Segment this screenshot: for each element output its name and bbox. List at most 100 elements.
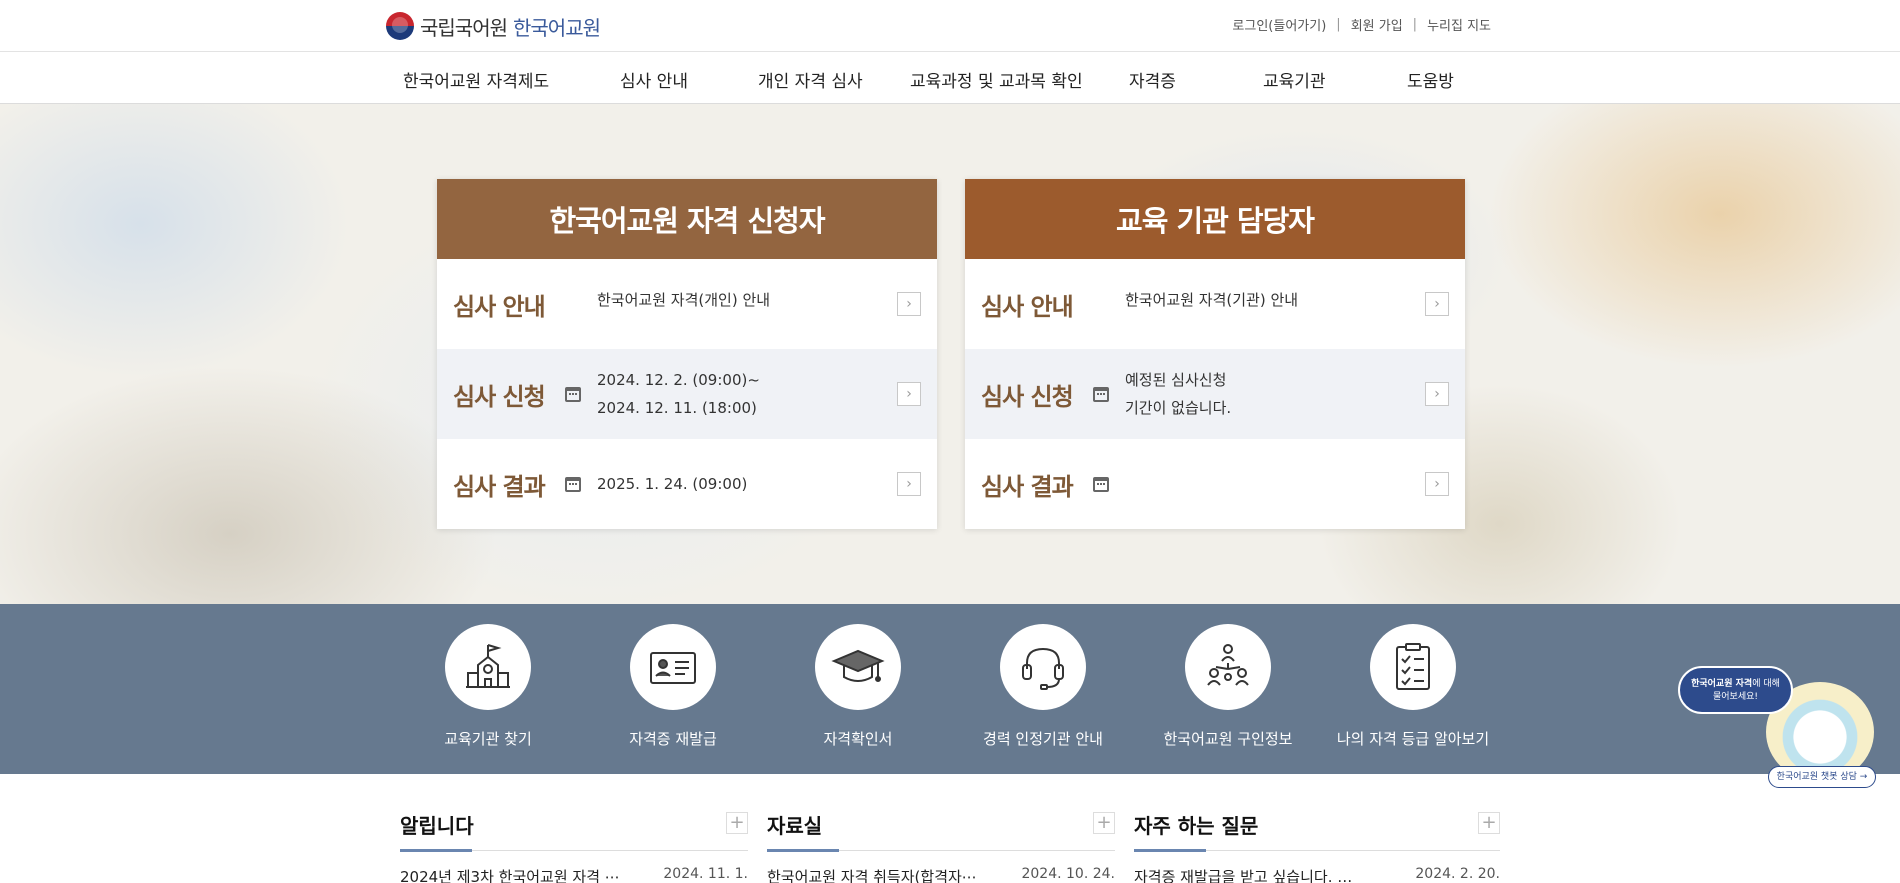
- chatbot-widget[interactable]: 한국어교원 자격에 대해 물어보세요! 한국어교원 챗봇 상담 →: [1678, 666, 1878, 796]
- list-item-title: 한국어교원 자격 취득자(합격자⋯: [767, 868, 977, 883]
- title-underline: [400, 849, 472, 852]
- nav-item-individual-review[interactable]: 개인 자격 심사: [758, 67, 863, 92]
- quick-item-job-info[interactable]: 한국어교원 구인정보: [1143, 624, 1313, 749]
- school-icon: [445, 624, 531, 710]
- board-title: 자주 하는 질문: [1134, 814, 1259, 838]
- quick-label: 교육기관 찾기: [444, 730, 532, 748]
- plus-icon[interactable]: +: [1093, 812, 1115, 834]
- calendar-icon: [1093, 477, 1109, 492]
- nav-item-help[interactable]: 도움방: [1407, 67, 1454, 92]
- row-line: 2024. 12. 2. (09:00)~: [597, 371, 760, 389]
- utility-links: 로그인(들어가기) | 회원 가입 | 누리집 지도: [1232, 15, 1491, 34]
- chevron-right-icon[interactable]: ›: [1425, 382, 1449, 406]
- nav-item-review-guide[interactable]: 심사 안내: [620, 67, 688, 92]
- quick-item-reissue-certificate[interactable]: 자격증 재발급: [588, 624, 758, 749]
- logo-org-name: 국립국어원: [420, 15, 508, 40]
- row-title: 심사 안내: [981, 293, 1074, 321]
- applicant-card-title: 한국어교원 자격 신청자: [437, 179, 937, 259]
- sitemap-link[interactable]: 누리집 지도: [1427, 15, 1491, 34]
- board-resources: 자료실 + 한국어교원 자격 취득자(합격자⋯ 2024. 10. 24.: [767, 810, 1115, 883]
- row-line: 기간이 없습니다.: [1125, 399, 1232, 417]
- row-title: 심사 신청: [453, 383, 546, 411]
- board-notices: 알립니다 + 2024년 제3차 한국어교원 자격 ⋯ 2024. 11. 1.: [400, 810, 748, 883]
- people-network-icon: [1185, 624, 1271, 710]
- title-underline: [767, 849, 839, 852]
- list-item-title: 2024년 제3차 한국어교원 자격 ⋯: [400, 868, 620, 883]
- site-logo[interactable]: 국립국어원 한국어교원: [386, 11, 601, 41]
- row-description: 한국어교원 자격(기관) 안내: [1125, 286, 1298, 314]
- divider: |: [1336, 17, 1341, 32]
- divider: |: [1412, 17, 1418, 32]
- institution-result-row[interactable]: 심사 결과 ›: [965, 439, 1465, 529]
- applicant-result-row[interactable]: 심사 결과 2025. 1. 24. (09:00) ›: [437, 439, 937, 529]
- signup-link[interactable]: 회원 가입: [1351, 15, 1403, 34]
- row-line: 한국어교원 자격(기관) 안내: [1125, 291, 1299, 309]
- chatbot-button[interactable]: 한국어교원 챗봇 상담 →: [1768, 766, 1876, 788]
- row-description: 2024. 12. 2. (09:00)~ 2024. 12. 11. (18:…: [597, 366, 760, 422]
- list-item-date: 2024. 2. 20.: [1415, 866, 1500, 882]
- plus-icon[interactable]: +: [1478, 812, 1500, 834]
- quick-item-qualification-confirmation[interactable]: 자격확인서: [773, 624, 943, 749]
- chatbot-bubble-bold: 한국어교원 자격: [1691, 679, 1753, 689]
- quick-menu: 교육기관 찾기 자격증 재발급 자격확인서 경력 인정기관 안내 한국어교원 구…: [0, 604, 1900, 774]
- institution-card-title: 교육 기관 담당자: [965, 179, 1465, 259]
- row-line: 한국어교원 자격(개인) 안내: [597, 291, 771, 309]
- board-faq: 자주 하는 질문 + 자격증 재발급을 받고 싶습니다. 수⋯ 2024. 2.…: [1134, 810, 1500, 883]
- chatbot-bubble-rest: 에 대해: [1752, 679, 1780, 689]
- applicant-card: 한국어교원 자격 신청자 심사 안내 한국어교원 자격(개인) 안내 › 심사 …: [437, 179, 937, 529]
- list-item-title: 자격증 재발급을 받고 싶습니다. 수⋯: [1134, 868, 1354, 883]
- row-line: 2024. 12. 11. (18:00): [597, 399, 757, 417]
- taegeuk-logo-icon: [386, 12, 414, 40]
- title-underline: [1134, 849, 1206, 852]
- nav-item-curriculum-check[interactable]: 교육과정 및 교과목 확인: [910, 67, 1083, 92]
- login-link[interactable]: 로그인(들어가기): [1232, 15, 1326, 34]
- row-description: 한국어교원 자격(개인) 안내: [597, 286, 770, 314]
- id-card-icon: [630, 624, 716, 710]
- calendar-icon: [565, 477, 581, 492]
- quick-label: 나의 자격 등급 알아보기: [1336, 730, 1490, 748]
- hero-section: 한국어교원 자격 신청자 심사 안내 한국어교원 자격(개인) 안내 › 심사 …: [0, 104, 1900, 604]
- row-title: 심사 신청: [981, 383, 1074, 411]
- calendar-icon: [565, 387, 581, 402]
- quick-label: 자격확인서: [823, 730, 893, 748]
- row-description: 예정된 심사신청 기간이 없습니다.: [1125, 366, 1231, 422]
- chatbot-bubble-line2: 물어보세요!: [1712, 692, 1758, 702]
- headset-icon: [1000, 624, 1086, 710]
- applicant-apply-row[interactable]: 심사 신청 2024. 12. 2. (09:00)~ 2024. 12. 11…: [437, 349, 937, 439]
- quick-item-find-institution[interactable]: 교육기관 찾기: [403, 624, 573, 749]
- top-bar: 국립국어원 한국어교원 로그인(들어가기) | 회원 가입 | 누리집 지도: [0, 0, 1900, 52]
- row-title: 심사 결과: [453, 473, 546, 501]
- chevron-right-icon[interactable]: ›: [897, 382, 921, 406]
- plus-icon[interactable]: +: [726, 812, 748, 834]
- chevron-right-icon[interactable]: ›: [897, 292, 921, 316]
- logo-site-name: 한국어교원: [513, 15, 601, 40]
- nav-item-institutions[interactable]: 교육기관: [1263, 67, 1326, 92]
- list-item-date: 2024. 11. 1.: [663, 866, 748, 882]
- chevron-right-icon[interactable]: ›: [1425, 472, 1449, 496]
- chevron-right-icon[interactable]: ›: [897, 472, 921, 496]
- list-item-date: 2024. 10. 24.: [1021, 866, 1115, 882]
- institution-review-guide-row[interactable]: 심사 안내 한국어교원 자격(기관) 안내 ›: [965, 259, 1465, 349]
- nav-item-certification-system[interactable]: 한국어교원 자격제도: [403, 67, 549, 92]
- quick-label: 한국어교원 구인정보: [1163, 730, 1293, 748]
- chevron-right-icon[interactable]: ›: [1425, 292, 1449, 316]
- row-title: 심사 결과: [981, 473, 1074, 501]
- graduation-cap-icon: [815, 624, 901, 710]
- main-navigation: 한국어교원 자격제도 심사 안내 개인 자격 심사 교육과정 및 교과목 확인 …: [0, 52, 1900, 104]
- chatbot-bubble: 한국어교원 자격에 대해 물어보세요!: [1678, 666, 1793, 714]
- quick-label: 경력 인정기관 안내: [983, 730, 1103, 748]
- board-title: 알립니다: [400, 814, 474, 838]
- nav-item-certificate[interactable]: 자격증: [1129, 67, 1176, 92]
- row-line: 예정된 심사신청: [1125, 371, 1227, 389]
- quick-label: 자격증 재발급: [629, 730, 717, 748]
- checklist-icon: [1370, 624, 1456, 710]
- institution-card: 교육 기관 담당자 심사 안내 한국어교원 자격(기관) 안내 › 심사 신청 …: [965, 179, 1465, 529]
- calendar-icon: [1093, 387, 1109, 402]
- row-description: 2025. 1. 24. (09:00): [597, 470, 747, 498]
- quick-item-career-institution[interactable]: 경력 인정기관 안내: [958, 624, 1128, 749]
- board-title: 자료실: [767, 814, 823, 838]
- institution-apply-row[interactable]: 심사 신청 예정된 심사신청 기간이 없습니다. ›: [965, 349, 1465, 439]
- quick-item-my-grade[interactable]: 나의 자격 등급 알아보기: [1328, 624, 1498, 749]
- row-line: 2025. 1. 24. (09:00): [597, 475, 748, 493]
- applicant-review-guide-row[interactable]: 심사 안내 한국어교원 자격(개인) 안내 ›: [437, 259, 937, 349]
